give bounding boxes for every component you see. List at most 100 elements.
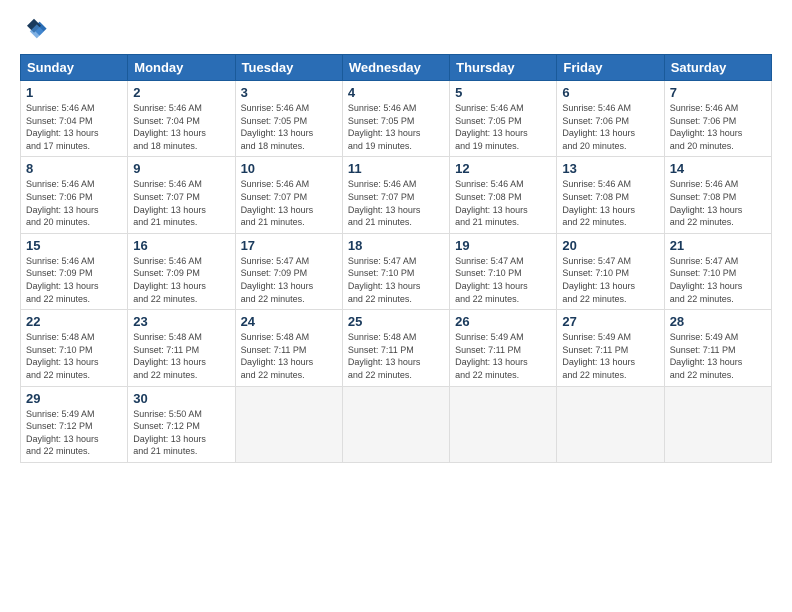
day-number: 22	[26, 314, 122, 329]
day-number: 19	[455, 238, 551, 253]
day-number: 7	[670, 85, 766, 100]
calendar-week-row: 15 Sunrise: 5:46 AM Sunset: 7:09 PM Dayli…	[21, 233, 772, 309]
calendar-day-cell: 28Sunrise: 5:49 AM Sunset: 7:11 PM Dayli…	[664, 310, 771, 386]
header	[20, 16, 772, 44]
calendar-day-cell: 16 Sunrise: 5:46 AM Sunset: 7:09 PM Dayli…	[128, 233, 235, 309]
day-number: 15	[26, 238, 122, 253]
calendar-day-cell: 19 Sunrise: 5:47 AM Sunset: 7:10 PM Dayli…	[450, 233, 557, 309]
day-number: 29	[26, 391, 122, 406]
logo	[20, 16, 50, 44]
day-info: Sunrise: 5:46 AM Sunset: 7:07 PM Dayligh…	[133, 178, 229, 228]
day-info: Sunrise: 5:47 AM Sunset: 7:10 PM Dayligh…	[348, 255, 444, 305]
day-number: 16	[133, 238, 229, 253]
calendar-week-row: 29 Sunrise: 5:49 AM Sunset: 7:12 PM Dayli…	[21, 386, 772, 462]
calendar-week-row: 8 Sunrise: 5:46 AM Sunset: 7:06 PM Daylig…	[21, 157, 772, 233]
day-info: Sunrise: 5:46 AM Sunset: 7:04 PM Dayligh…	[26, 102, 122, 152]
weekday-header-saturday: Saturday	[664, 55, 771, 81]
calendar-day-cell: 9 Sunrise: 5:46 AM Sunset: 7:07 PM Daylig…	[128, 157, 235, 233]
day-number: 17	[241, 238, 337, 253]
day-info: Sunrise: 5:47 AM Sunset: 7:10 PM Dayligh…	[455, 255, 551, 305]
weekday-header-monday: Monday	[128, 55, 235, 81]
calendar-table: SundayMondayTuesdayWednesdayThursdayFrid…	[20, 54, 772, 463]
day-info: Sunrise: 5:46 AM Sunset: 7:07 PM Dayligh…	[241, 178, 337, 228]
calendar-day-cell: 10 Sunrise: 5:46 AM Sunset: 7:07 PM Dayli…	[235, 157, 342, 233]
day-info: Sunrise: 5:48 AM Sunset: 7:11 PM Dayligh…	[241, 331, 337, 381]
calendar-day-cell	[557, 386, 664, 462]
day-number: 5	[455, 85, 551, 100]
calendar-day-cell	[235, 386, 342, 462]
weekday-header-sunday: Sunday	[21, 55, 128, 81]
calendar-day-cell: 8 Sunrise: 5:46 AM Sunset: 7:06 PM Daylig…	[21, 157, 128, 233]
day-info: Sunrise: 5:49 AM Sunset: 7:11 PM Dayligh…	[562, 331, 658, 381]
day-info: Sunrise: 5:48 AM Sunset: 7:11 PM Dayligh…	[133, 331, 229, 381]
weekday-header-friday: Friday	[557, 55, 664, 81]
day-info: Sunrise: 5:46 AM Sunset: 7:04 PM Dayligh…	[133, 102, 229, 152]
calendar-week-row: 22 Sunrise: 5:48 AM Sunset: 7:10 PM Dayli…	[21, 310, 772, 386]
day-number: 13	[562, 161, 658, 176]
day-number: 20	[562, 238, 658, 253]
day-info: Sunrise: 5:47 AM Sunset: 7:09 PM Dayligh…	[241, 255, 337, 305]
day-info: Sunrise: 5:46 AM Sunset: 7:06 PM Dayligh…	[670, 102, 766, 152]
calendar-week-row: 1 Sunrise: 5:46 AM Sunset: 7:04 PM Daylig…	[21, 81, 772, 157]
calendar-day-cell: 15 Sunrise: 5:46 AM Sunset: 7:09 PM Dayli…	[21, 233, 128, 309]
calendar-day-cell: 21Sunrise: 5:47 AM Sunset: 7:10 PM Dayli…	[664, 233, 771, 309]
day-info: Sunrise: 5:46 AM Sunset: 7:09 PM Dayligh…	[133, 255, 229, 305]
day-number: 10	[241, 161, 337, 176]
day-number: 23	[133, 314, 229, 329]
day-info: Sunrise: 5:49 AM Sunset: 7:11 PM Dayligh…	[455, 331, 551, 381]
calendar-day-cell: 27 Sunrise: 5:49 AM Sunset: 7:11 PM Dayli…	[557, 310, 664, 386]
calendar-day-cell: 20Sunrise: 5:47 AM Sunset: 7:10 PM Dayli…	[557, 233, 664, 309]
day-info: Sunrise: 5:48 AM Sunset: 7:11 PM Dayligh…	[348, 331, 444, 381]
calendar-day-cell: 25 Sunrise: 5:48 AM Sunset: 7:11 PM Dayli…	[342, 310, 449, 386]
day-info: Sunrise: 5:47 AM Sunset: 7:10 PM Dayligh…	[670, 255, 766, 305]
calendar-day-cell	[450, 386, 557, 462]
day-number: 24	[241, 314, 337, 329]
calendar-day-cell: 17 Sunrise: 5:47 AM Sunset: 7:09 PM Dayli…	[235, 233, 342, 309]
calendar-day-cell: 2 Sunrise: 5:46 AM Sunset: 7:04 PM Daylig…	[128, 81, 235, 157]
day-info: Sunrise: 5:46 AM Sunset: 7:07 PM Dayligh…	[348, 178, 444, 228]
day-number: 25	[348, 314, 444, 329]
day-info: Sunrise: 5:46 AM Sunset: 7:06 PM Dayligh…	[26, 178, 122, 228]
weekday-header-wednesday: Wednesday	[342, 55, 449, 81]
weekday-header-row: SundayMondayTuesdayWednesdayThursdayFrid…	[21, 55, 772, 81]
calendar-day-cell: 12 Sunrise: 5:46 AM Sunset: 7:08 PM Dayli…	[450, 157, 557, 233]
calendar-day-cell	[664, 386, 771, 462]
day-number: 1	[26, 85, 122, 100]
day-info: Sunrise: 5:46 AM Sunset: 7:08 PM Dayligh…	[562, 178, 658, 228]
day-number: 18	[348, 238, 444, 253]
day-number: 8	[26, 161, 122, 176]
day-number: 6	[562, 85, 658, 100]
calendar-day-cell: 14Sunrise: 5:46 AM Sunset: 7:08 PM Dayli…	[664, 157, 771, 233]
day-number: 11	[348, 161, 444, 176]
day-number: 26	[455, 314, 551, 329]
calendar-day-cell: 3 Sunrise: 5:46 AM Sunset: 7:05 PM Daylig…	[235, 81, 342, 157]
calendar-day-cell: 5 Sunrise: 5:46 AM Sunset: 7:05 PM Daylig…	[450, 81, 557, 157]
calendar-day-cell: 6 Sunrise: 5:46 AM Sunset: 7:06 PM Daylig…	[557, 81, 664, 157]
day-number: 12	[455, 161, 551, 176]
day-info: Sunrise: 5:46 AM Sunset: 7:06 PM Dayligh…	[562, 102, 658, 152]
calendar-day-cell: 30 Sunrise: 5:50 AM Sunset: 7:12 PM Dayli…	[128, 386, 235, 462]
day-info: Sunrise: 5:50 AM Sunset: 7:12 PM Dayligh…	[133, 408, 229, 458]
day-number: 27	[562, 314, 658, 329]
calendar-day-cell: 4Sunrise: 5:46 AM Sunset: 7:05 PM Daylig…	[342, 81, 449, 157]
day-info: Sunrise: 5:46 AM Sunset: 7:08 PM Dayligh…	[455, 178, 551, 228]
day-info: Sunrise: 5:46 AM Sunset: 7:09 PM Dayligh…	[26, 255, 122, 305]
calendar-day-cell: 18 Sunrise: 5:47 AM Sunset: 7:10 PM Dayli…	[342, 233, 449, 309]
calendar-day-cell: 7 Sunrise: 5:46 AM Sunset: 7:06 PM Daylig…	[664, 81, 771, 157]
day-number: 4	[348, 85, 444, 100]
calendar-day-cell: 26 Sunrise: 5:49 AM Sunset: 7:11 PM Dayli…	[450, 310, 557, 386]
day-number: 30	[133, 391, 229, 406]
weekday-header-thursday: Thursday	[450, 55, 557, 81]
day-info: Sunrise: 5:49 AM Sunset: 7:12 PM Dayligh…	[26, 408, 122, 458]
day-info: Sunrise: 5:46 AM Sunset: 7:05 PM Dayligh…	[241, 102, 337, 152]
day-number: 3	[241, 85, 337, 100]
day-number: 9	[133, 161, 229, 176]
calendar-day-cell: 29 Sunrise: 5:49 AM Sunset: 7:12 PM Dayli…	[21, 386, 128, 462]
page: SundayMondayTuesdayWednesdayThursdayFrid…	[0, 0, 792, 612]
day-number: 2	[133, 85, 229, 100]
day-number: 28	[670, 314, 766, 329]
weekday-header-tuesday: Tuesday	[235, 55, 342, 81]
day-info: Sunrise: 5:48 AM Sunset: 7:10 PM Dayligh…	[26, 331, 122, 381]
day-info: Sunrise: 5:46 AM Sunset: 7:05 PM Dayligh…	[455, 102, 551, 152]
day-number: 14	[670, 161, 766, 176]
